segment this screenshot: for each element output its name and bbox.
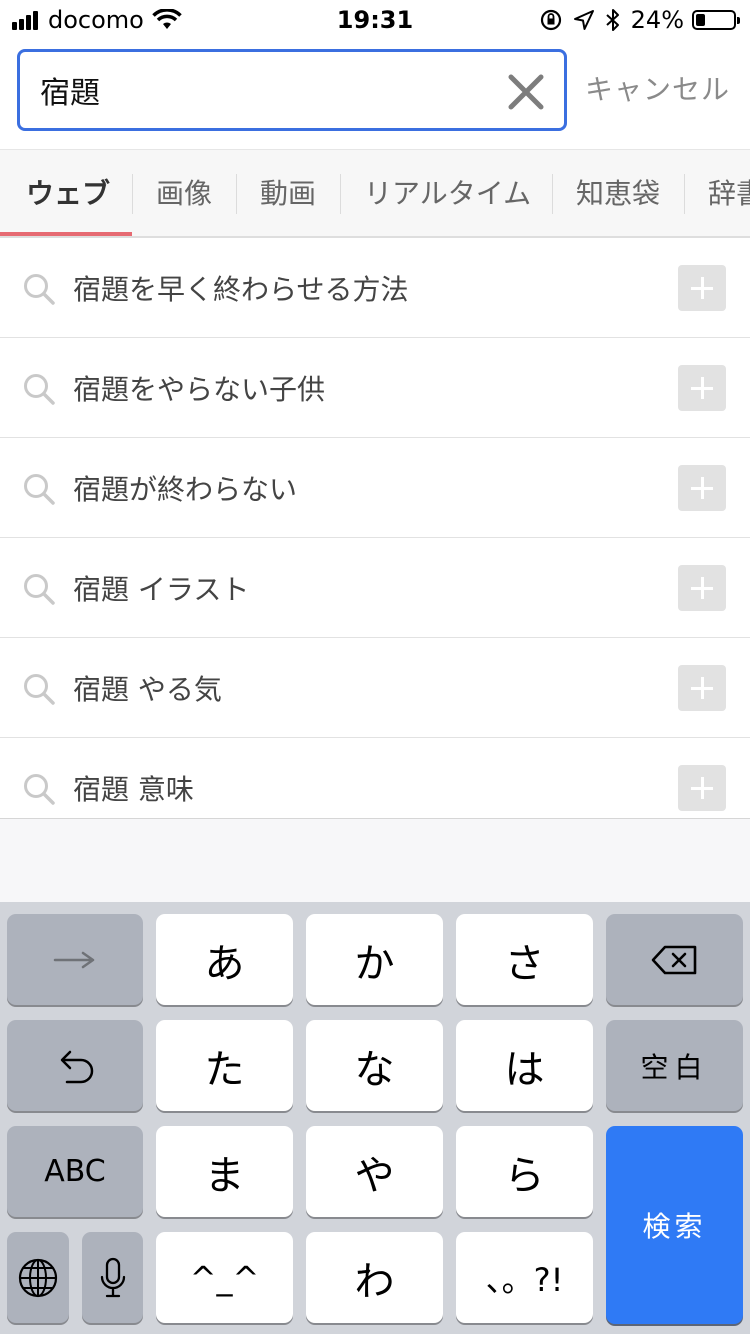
append-query-button[interactable] [678, 765, 726, 811]
tab-divider [340, 174, 341, 214]
undo-key[interactable] [7, 1020, 143, 1111]
tab-web[interactable]: ウェブ [26, 150, 110, 236]
suggestion-item[interactable]: 宿題を早く終わらせる方法 [0, 238, 750, 338]
tab-divider [684, 174, 685, 214]
location-icon [573, 10, 594, 30]
suggestion-text: 宿題を早く終わらせる方法 [73, 273, 409, 306]
key-ra[interactable]: ら [456, 1126, 593, 1217]
microphone-key[interactable] [82, 1232, 143, 1323]
search-icon [24, 774, 55, 805]
globe-key[interactable] [7, 1232, 69, 1323]
tab-realtime[interactable]: リアルタイム [364, 150, 531, 236]
search-icon [24, 574, 55, 605]
cancel-button[interactable]: キャンセル [585, 68, 730, 108]
search-tabs: ウェブ 画像 動画 リアルタイム 知恵袋 辞書 [0, 149, 750, 238]
key-wa[interactable]: わ [306, 1232, 443, 1323]
suggestion-text: 宿題 イラスト [73, 573, 250, 606]
key-sa[interactable]: さ [456, 914, 593, 1005]
space-key[interactable]: 空白 [606, 1020, 743, 1111]
tab-divider [552, 174, 553, 214]
append-query-button[interactable] [678, 465, 726, 511]
battery-icon [692, 10, 740, 30]
delete-icon [651, 945, 696, 974]
key-ha[interactable]: は [456, 1020, 593, 1111]
search-icon [24, 274, 55, 305]
punctuation-key[interactable]: 、。?! [456, 1232, 593, 1323]
status-right: 24% [529, 6, 740, 34]
suggestion-text: 宿題をやらない子供 [73, 373, 326, 406]
emoticon-key[interactable]: ^_^ [156, 1232, 293, 1323]
search-icon [24, 474, 55, 505]
tab-videos[interactable]: 動画 [260, 150, 316, 236]
search-field[interactable] [17, 49, 567, 131]
status-bar: docomo 19:31 24% [0, 0, 750, 40]
tab-divider [132, 174, 133, 214]
battery-percent: 24% [630, 6, 684, 34]
search-key[interactable]: 検索 [606, 1126, 743, 1324]
suggestion-item[interactable]: 宿題 イラスト [0, 538, 750, 638]
suggestion-text: 宿題 意味 [73, 773, 194, 806]
key-ka[interactable]: か [306, 914, 443, 1005]
suggestion-item[interactable]: 宿題が終わらない [0, 438, 750, 538]
globe-icon [18, 1258, 58, 1297]
tab-images[interactable]: 画像 [156, 150, 212, 236]
bluetooth-icon [605, 9, 619, 31]
battery-fill [696, 14, 705, 26]
key-na[interactable]: な [306, 1020, 443, 1111]
append-query-button[interactable] [678, 365, 726, 411]
suggestion-list: 宿題を早く終わらせる方法 宿題をやらない子供 宿題が終わらない 宿題 イラスト … [0, 238, 750, 838]
key-a[interactable]: あ [156, 914, 293, 1005]
delete-key[interactable] [606, 914, 743, 1005]
tab-dictionary[interactable]: 辞書 [708, 150, 750, 236]
orientation-lock-icon [540, 9, 561, 31]
clear-icon[interactable] [506, 72, 546, 112]
search-icon [24, 374, 55, 405]
key-ma[interactable]: ま [156, 1126, 293, 1217]
next-candidate-key[interactable] [7, 914, 143, 1005]
search-input[interactable] [40, 66, 500, 114]
key-ya[interactable]: や [306, 1126, 443, 1217]
suggestion-text: 宿題 やる気 [73, 673, 222, 706]
suggestion-item[interactable]: 宿題 やる気 [0, 638, 750, 738]
append-query-button[interactable] [678, 665, 726, 711]
tab-chiebukuro[interactable]: 知恵袋 [576, 150, 660, 236]
blank-area [0, 818, 750, 902]
abc-key[interactable]: ABC [7, 1126, 143, 1217]
search-screen: docomo 19:31 24% 宿題 キャンセル ウェブ 画像 動画 リアルタ… [0, 0, 750, 1334]
append-query-button[interactable] [678, 565, 726, 611]
search-icon [24, 674, 55, 705]
tab-divider [236, 174, 237, 214]
suggestion-item[interactable]: 宿題をやらない子供 [0, 338, 750, 438]
undo-icon [60, 1050, 94, 1083]
microphone-icon [100, 1257, 125, 1297]
append-query-button[interactable] [678, 265, 726, 311]
arrow-right-icon [53, 951, 95, 968]
suggestion-text: 宿題が終わらない [73, 473, 298, 506]
key-ta[interactable]: た [156, 1020, 293, 1111]
active-tab-indicator [0, 232, 132, 236]
japanese-keyboard: あ か さ た な は 空白 ABC ま や ら 検索 ^_^ わ 、。?! [0, 902, 750, 1334]
